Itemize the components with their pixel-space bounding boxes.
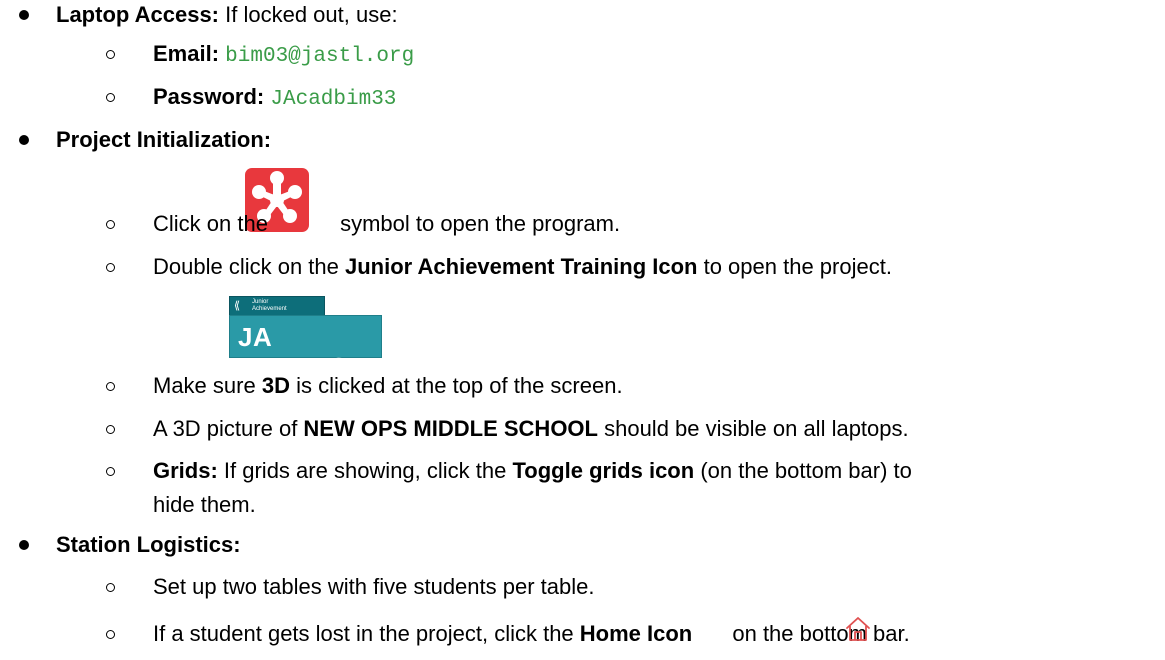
sub-bullet	[106, 220, 115, 229]
pic-after-text: should be visible on all laptops.	[597, 416, 909, 441]
ja-logo-icon: ⟪	[234, 300, 241, 312]
grids-line2-text: hide them.	[153, 492, 256, 517]
grids-line-2: hide them.	[153, 491, 256, 519]
sub-bullet	[106, 263, 115, 272]
laptop-access-line: Laptop Access: If locked out, use:	[56, 1, 398, 29]
ja-training-icon-label: Junior Achievement Training Icon	[345, 254, 698, 279]
3d-before-text: Make sure	[153, 373, 262, 398]
grids-label: Grids:	[153, 458, 218, 483]
click-before-text: Click on the	[153, 211, 275, 236]
home-icon-label: Home Icon	[579, 621, 693, 646]
3d-after-text: is clicked at the top of the screen.	[289, 373, 623, 398]
grids-after-text: (on the bottom bar) to	[694, 458, 912, 483]
project-initialization-heading: Project Initialization:	[56, 126, 271, 154]
station-logistics-heading: Station Logistics:	[56, 531, 241, 559]
tables-text: Set up two tables with five students per…	[153, 574, 595, 599]
home-icon[interactable]	[845, 616, 871, 642]
sub-bullet	[106, 630, 115, 639]
bullet	[19, 540, 29, 550]
double-before-text: Double click on the	[153, 254, 345, 279]
password-value: JAcadbim33	[270, 88, 397, 111]
double-click-line: Double click on the Junior Achievement T…	[153, 253, 892, 281]
3d-line: Make sure 3D is clicked at the top of th…	[153, 372, 623, 400]
sub-bullet	[106, 50, 115, 59]
bullet	[19, 10, 29, 20]
grids-before-text: If grids are showing, click the	[217, 458, 513, 483]
click-after-text: symbol to open the program.	[340, 211, 621, 236]
pic-before-text: A 3D picture of	[153, 416, 304, 441]
laptop-access-label: Laptop Access:	[56, 2, 220, 27]
lost-after-text: on the bottom bar.	[726, 621, 910, 646]
tables-line: Set up two tables with five students per…	[153, 573, 594, 601]
email-value[interactable]: bim03@jastl.org	[225, 45, 414, 68]
lost-before-text: If a student gets lost in the project, c…	[153, 621, 580, 646]
grids-line: Grids: If grids are showing, click the T…	[153, 457, 912, 485]
project-initialization-label: Project Initialization:	[56, 127, 272, 152]
sub-bullet	[106, 583, 115, 592]
toggle-grids-label: Toggle grids icon	[512, 458, 695, 483]
email-label: Email:	[153, 41, 220, 66]
click-symbol-line: Click on the symbol to open the program.	[153, 210, 620, 238]
sub-bullet	[106, 467, 115, 476]
station-logistics-label: Station Logistics:	[56, 532, 241, 557]
double-after-text: to open the project.	[697, 254, 892, 279]
bullet	[19, 135, 29, 145]
ja-trades-badge-icon[interactable]: ⟪ Junior Achievement JA TRADES	[229, 296, 382, 382]
password-line: Password: JAcadbim33	[153, 83, 396, 114]
ja-badge-main: JA TRADES	[229, 315, 382, 382]
email-line: Email: bim03@jastl.org	[153, 40, 414, 71]
lost-student-line: If a student gets lost in the project, c…	[153, 620, 910, 648]
laptop-access-text: If locked out, use:	[219, 2, 398, 27]
sub-bullet	[106, 93, 115, 102]
3d-label: 3D	[261, 373, 290, 398]
password-label: Password:	[153, 84, 265, 109]
ja-badge-top-text: Junior Achievement	[252, 299, 287, 312]
sub-bullet	[106, 425, 115, 434]
sub-bullet	[106, 382, 115, 391]
school-name: NEW OPS MIDDLE SCHOOL	[303, 416, 598, 441]
ja-badge-top: ⟪ Junior Achievement	[229, 296, 325, 316]
3d-picture-line: A 3D picture of NEW OPS MIDDLE SCHOOL sh…	[153, 415, 909, 443]
